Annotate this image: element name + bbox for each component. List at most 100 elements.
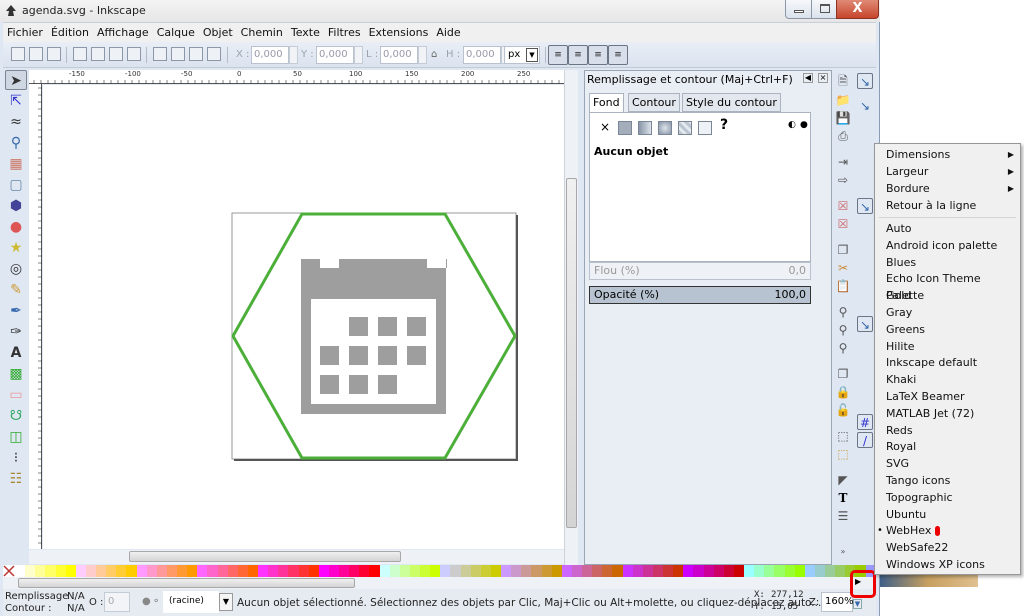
color-swatch[interactable]	[237, 565, 248, 577]
color-swatch[interactable]	[55, 565, 66, 577]
color-swatch[interactable]	[511, 565, 522, 577]
color-swatch[interactable]	[389, 565, 400, 577]
color-swatch[interactable]	[45, 565, 56, 577]
lock-ratio-icon[interactable]: ⌂	[431, 49, 437, 60]
menu-item-palette[interactable]: MATLAB Jet (72)	[875, 405, 1020, 422]
lower-icon[interactable]	[171, 47, 185, 61]
snap-bbox-icon[interactable]: ↘	[857, 98, 873, 114]
chevron-down-icon[interactable]: ▼	[219, 593, 233, 611]
color-swatch[interactable]	[349, 565, 360, 577]
menu-fichier[interactable]: Fichier	[3, 23, 47, 39]
color-swatch[interactable]	[571, 565, 582, 577]
menu-aide[interactable]: Aide	[432, 23, 464, 39]
selector-tool-icon[interactable]: ➤	[5, 70, 27, 90]
paste-icon[interactable]: 📋	[835, 278, 851, 294]
color-swatch[interactable]	[693, 565, 704, 577]
color-swatch[interactable]	[35, 565, 46, 577]
palette-scrollbar[interactable]: ▶	[3, 577, 876, 589]
color-swatch[interactable]	[116, 565, 127, 577]
select-all-layers-icon[interactable]	[29, 47, 43, 61]
menu-item-palette[interactable]: Reds	[875, 422, 1020, 439]
layers-icon[interactable]: ☰	[835, 508, 851, 524]
unlink-clone-icon[interactable]: 🔓	[835, 402, 851, 418]
eraser-tool-icon[interactable]: ▭	[5, 385, 27, 405]
menu-edition[interactable]: Édition	[47, 23, 93, 39]
lower-to-bottom-icon[interactable]	[153, 47, 167, 61]
color-swatch[interactable]	[288, 565, 299, 577]
y-input[interactable]: 0,000	[316, 46, 354, 64]
spray-tool-icon[interactable]: ▩	[5, 364, 27, 384]
menu-item-palette[interactable]: Blues	[875, 254, 1020, 271]
color-swatch[interactable]	[713, 565, 724, 577]
color-swatch[interactable]	[663, 565, 674, 577]
color-swatch[interactable]	[339, 565, 350, 577]
menu-item-palette[interactable]: Greens	[875, 321, 1020, 338]
no-paint-button[interactable]: ×	[600, 120, 610, 134]
color-swatch[interactable]	[258, 565, 269, 577]
text-font-icon[interactable]: T	[835, 490, 851, 506]
color-swatch[interactable]	[703, 565, 714, 577]
raise-icon[interactable]	[189, 47, 203, 61]
menu-item-wrap[interactable]: Retour à la ligne	[875, 197, 1020, 214]
color-swatch[interactable]	[612, 565, 623, 577]
print-icon[interactable]: ⎙	[835, 128, 851, 144]
color-swatch[interactable]	[75, 565, 86, 577]
scrollbar-thumb[interactable]	[129, 551, 401, 562]
menu-item-palette[interactable]: Gray	[875, 304, 1020, 321]
blur-slider[interactable]: Flou (%) 0,0	[589, 262, 811, 280]
menu-item-border[interactable]: Bordure ▶	[875, 180, 1020, 197]
star-tool-icon[interactable]: ★	[5, 238, 27, 258]
gradient-tool-icon[interactable]: ◫	[5, 427, 27, 447]
fill-rule-nonzero-icon[interactable]: ●	[800, 120, 808, 130]
dropper-tool-icon[interactable]: ⁝	[5, 448, 27, 468]
color-swatch[interactable]	[65, 565, 76, 577]
color-swatch[interactable]	[25, 565, 36, 577]
tab-stroke-paint[interactable]: Contour	[628, 93, 680, 112]
pencil-tool-icon[interactable]: ✎	[5, 280, 27, 300]
color-swatch[interactable]	[156, 565, 167, 577]
swatch-button[interactable]	[698, 121, 712, 135]
export-icon[interactable]: ⇨	[835, 172, 851, 188]
pattern-button[interactable]	[678, 121, 692, 135]
color-swatch[interactable]	[521, 565, 532, 577]
color-swatch[interactable]	[379, 565, 390, 577]
horizontal-ruler[interactable]: -150 -100 -50 0 50 100 150 200 250	[29, 70, 564, 84]
menu-item-palette[interactable]: Royal	[875, 438, 1020, 455]
maximize-button[interactable]	[811, 0, 837, 19]
open-folder-icon[interactable]: 📁	[835, 92, 851, 108]
color-swatch[interactable]	[561, 565, 572, 577]
color-swatch[interactable]	[399, 565, 410, 577]
linear-gradient-button[interactable]	[638, 121, 652, 135]
menu-item-width[interactable]: Largeur ▶	[875, 163, 1020, 180]
color-swatch[interactable]	[551, 565, 562, 577]
zoom-tool-icon[interactable]: ⚲	[5, 133, 27, 153]
import-icon[interactable]: ⇥	[835, 154, 851, 170]
color-swatch[interactable]	[328, 565, 339, 577]
color-swatch[interactable]	[531, 565, 542, 577]
menu-affichage[interactable]: Affichage	[93, 23, 153, 39]
snap-grid-icon[interactable]: #	[857, 414, 873, 430]
tab-fill[interactable]: Fond	[589, 93, 624, 113]
scrollbar-thumb[interactable]	[566, 178, 577, 528]
fill-rule-evenodd-icon[interactable]: ◐	[788, 120, 796, 130]
menu-item-palette[interactable]: • WebHex	[875, 522, 1020, 539]
menu-item-palette[interactable]: Windows XP icons	[875, 556, 1020, 573]
rotate-ccw-icon[interactable]	[73, 47, 87, 61]
save-icon[interactable]: 💾	[835, 110, 851, 126]
menu-item-palette[interactable]: Gold	[875, 287, 1020, 304]
menu-chemin[interactable]: Chemin	[237, 23, 287, 39]
menu-item-palette[interactable]: Ubuntu	[875, 506, 1020, 523]
color-swatch[interactable]	[166, 565, 177, 577]
cut-icon[interactable]: ✂	[835, 260, 851, 276]
scale-stroke-button[interactable]: ≡	[548, 45, 568, 65]
unit-select[interactable]: px ▼	[504, 46, 540, 64]
zoom-spinner[interactable]: ▼	[853, 599, 862, 609]
scrollbar-thumb[interactable]	[18, 578, 355, 588]
color-swatch[interactable]	[298, 565, 309, 577]
color-swatch[interactable]	[187, 565, 198, 577]
redo-icon[interactable]: ☒	[835, 216, 851, 232]
color-swatch[interactable]	[723, 565, 734, 577]
horizontal-scrollbar[interactable]	[29, 550, 564, 564]
chevron-down-icon[interactable]: ▼	[526, 48, 538, 62]
clone-icon[interactable]: 🔒	[835, 384, 851, 400]
